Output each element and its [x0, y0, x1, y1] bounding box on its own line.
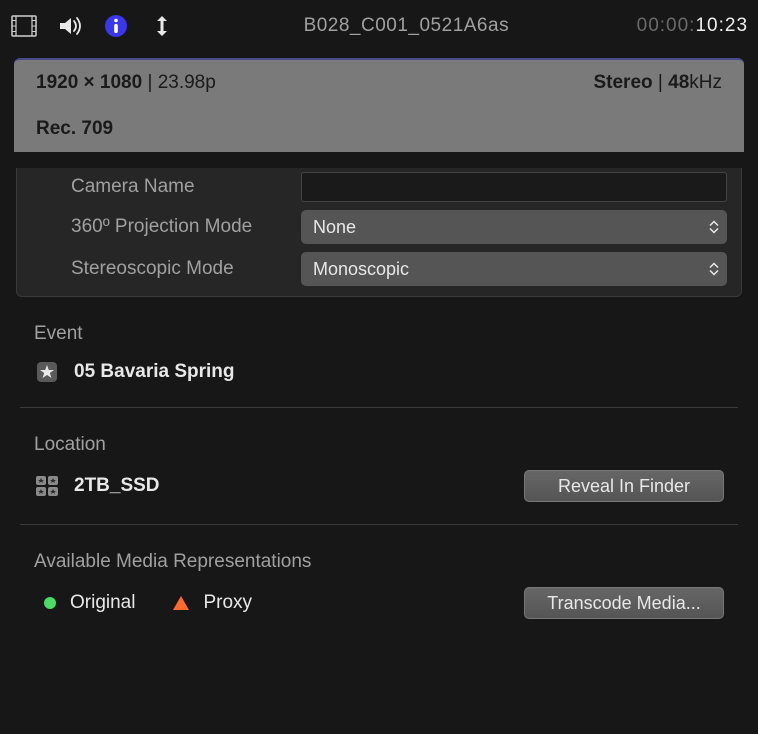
audio-inspector-icon[interactable] — [56, 12, 84, 40]
reveal-in-finder-button[interactable]: Reveal In Finder — [524, 470, 724, 502]
location-section-label: Location — [34, 434, 724, 456]
stereoscopic-mode-select[interactable]: Monoscopic — [301, 252, 727, 286]
audio-rate-value: 48 — [668, 72, 689, 93]
timecode-prefix: 00:00: — [637, 15, 696, 36]
event-section-label: Event — [34, 323, 724, 345]
timecode-value: 10:23 — [695, 15, 748, 36]
share-inspector-icon[interactable] — [148, 12, 176, 40]
video-inspector-icon[interactable] — [10, 12, 38, 40]
info-inspector-icon[interactable] — [102, 12, 130, 40]
library-icon — [34, 473, 60, 499]
color-space: Rec. 709 — [36, 118, 113, 139]
audio-format: Stereo | 48kHz — [593, 72, 722, 94]
projection-mode-label: 360º Projection Mode — [31, 216, 291, 238]
inspector-body: Camera Name 360º Projection Mode None St… — [0, 152, 758, 651]
frame-rate: 23.98p — [158, 72, 216, 93]
camera-name-label: Camera Name — [31, 176, 291, 198]
timecode: 00:00:10:23 — [637, 15, 748, 37]
camera-name-row: Camera Name — [17, 168, 741, 206]
camera-name-input[interactable] — [301, 172, 727, 202]
projection-mode-value: None — [313, 217, 356, 238]
proxy-rep-label: Proxy — [203, 592, 252, 614]
audio-rate-unit: kHz — [689, 72, 722, 93]
video-format: 1920 × 1080 | 23.98p — [36, 72, 593, 94]
clip-name: B028_C001_0521A6as — [304, 15, 510, 37]
stereoscopic-mode-value: Monoscopic — [313, 259, 409, 280]
transcode-media-button[interactable]: Transcode Media... — [524, 587, 724, 619]
location-section: Location 2TB_SSD Reveal In Finder — [20, 407, 738, 524]
projection-mode-select[interactable]: None — [301, 210, 727, 244]
event-name: 05 Bavaria Spring — [74, 361, 724, 383]
resolution: 1920 × 1080 — [36, 72, 142, 93]
camera-settings-group: Camera Name 360º Projection Mode None St… — [16, 168, 742, 297]
original-rep-label: Original — [70, 592, 135, 614]
location-name: 2TB_SSD — [74, 475, 510, 497]
status-dot-green-icon — [44, 597, 56, 609]
chevron-updown-icon — [709, 221, 719, 234]
clip-info-banner: 1920 × 1080 | 23.98p Stereo | 48kHz Rec.… — [14, 58, 744, 152]
stereoscopic-mode-row: Stereoscopic Mode Monoscopic — [17, 248, 741, 290]
event-star-icon — [34, 359, 60, 385]
stereoscopic-mode-label: Stereoscopic Mode — [31, 258, 291, 280]
projection-mode-row: 360º Projection Mode None — [17, 206, 741, 248]
status-triangle-orange-icon — [173, 596, 189, 610]
inspector-toolbar: B028_C001_0521A6as 00:00:10:23 — [0, 0, 758, 52]
chevron-updown-icon — [709, 263, 719, 276]
audio-channels: Stereo — [593, 72, 652, 93]
media-reps-label: Available Media Representations — [34, 551, 724, 573]
media-representations-section: Available Media Representations Original… — [20, 524, 738, 641]
event-section: Event 05 Bavaria Spring — [20, 297, 738, 407]
